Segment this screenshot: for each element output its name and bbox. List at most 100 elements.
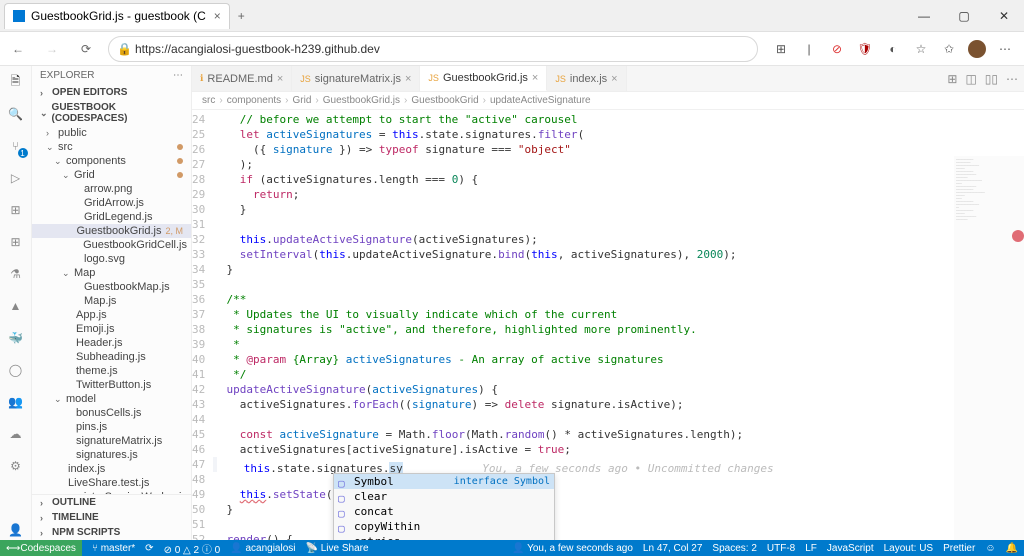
tree-item[interactable]: signatures.js [32, 448, 191, 462]
error-marker[interactable] [1012, 230, 1024, 242]
menu-icon[interactable]: ⋯ [996, 40, 1014, 58]
tree-item[interactable]: theme.js [32, 364, 191, 378]
split-icon[interactable]: ▯▯ [985, 72, 998, 86]
back-button[interactable]: ← [6, 42, 30, 56]
source-control-icon[interactable]: ⑂1 [6, 136, 26, 156]
run-icon[interactable]: ▷ [6, 168, 26, 188]
breadcrumb-item[interactable]: components [227, 95, 281, 106]
tree-item[interactable]: App.js [32, 308, 191, 322]
address-bar[interactable]: 🔒 https://acangialosi-guestbook-h239.git… [108, 36, 758, 62]
layout-info[interactable]: Layout: US [884, 543, 933, 554]
tree-item[interactable]: Subheading.js [32, 350, 191, 364]
live-icon[interactable]: 👥 [6, 392, 26, 412]
close-icon[interactable]: × [214, 9, 221, 23]
intellisense-item[interactable]: ▢concat [334, 504, 554, 519]
tree-item[interactable]: index.js [32, 462, 191, 476]
account-icon[interactable]: 👤 [6, 520, 26, 540]
editor-tab[interactable]: JSGuestbookGrid.js× [420, 66, 547, 91]
encoding-info[interactable]: UTF-8 [767, 543, 795, 554]
maximize-button[interactable]: ▢ [944, 0, 984, 32]
tree-item[interactable]: ⌄Map [32, 266, 191, 280]
tree-item[interactable]: LiveShare.test.js [32, 476, 191, 490]
preview-icon[interactable]: ◫ [965, 72, 976, 86]
tree-item[interactable]: ⌄components [32, 154, 191, 168]
new-tab-button[interactable]: + [238, 9, 245, 23]
tree-item[interactable]: pins.js [32, 420, 191, 434]
blame-info[interactable]: 👤 You, a few seconds ago [512, 543, 633, 554]
minimap[interactable]: ────────────────────────────────────────… [954, 156, 1024, 540]
branch-indicator[interactable]: ⑂ master* [92, 543, 135, 554]
outline-section[interactable]: ›OUTLINE [32, 494, 191, 510]
codespaces-indicator[interactable]: ⟷ Codespaces [0, 540, 82, 556]
search-icon[interactable]: 🔍 [6, 104, 26, 124]
breadcrumb-item[interactable]: src [202, 95, 215, 106]
settings-icon[interactable]: ⚙ [6, 456, 26, 476]
timeline-section[interactable]: ›TIMELINE [32, 510, 191, 525]
npm-section[interactable]: ›NPM SCRIPTS [32, 525, 191, 540]
tree-item[interactable]: GuestbookGrid.js2, M [32, 224, 191, 238]
tree-item[interactable]: ⌄model [32, 392, 191, 406]
browser-tab[interactable]: GuestbookGrid.js - guestbook (C × [4, 3, 230, 29]
eol-info[interactable]: LF [805, 543, 817, 554]
intellisense-item[interactable]: ▢Symbolinterface Symbol [334, 474, 554, 489]
tree-item[interactable]: TwitterButton.js [32, 378, 191, 392]
ext2-icon[interactable]: ◐ [884, 40, 902, 58]
tree-item[interactable]: Map.js [32, 294, 191, 308]
intellisense-item[interactable]: ▢clear [334, 489, 554, 504]
feedback-icon[interactable]: ☺ [985, 543, 995, 554]
tree-item[interactable]: logo.svg [32, 252, 191, 266]
project-section[interactable]: ⌄GUESTBOOK (CODESPACES) [32, 100, 191, 126]
refresh-button[interactable]: ⟳ [74, 42, 98, 56]
tree-item[interactable]: bonusCells.js [32, 406, 191, 420]
problems-indicator[interactable]: ⊘ 0 △ 2 ⓘ 0 [164, 541, 221, 556]
tree-item[interactable]: ⌄src [32, 140, 191, 154]
intellisense-popup[interactable]: ▢Symbolinterface Symbol▢clear▢concat▢cop… [333, 473, 555, 540]
explorer-icon[interactable]: 🗎 [6, 72, 26, 92]
forward-button[interactable]: → [40, 42, 64, 56]
tree-item[interactable]: GuestbookGridCell.js [32, 238, 191, 252]
bell-icon[interactable]: 🔔 [1006, 543, 1018, 554]
tree-item[interactable]: arrow.png [32, 182, 191, 196]
liveshare-user[interactable]: 👤 acangialosi [230, 543, 295, 554]
tree-item[interactable]: Emoji.js [32, 322, 191, 336]
ext-icon[interactable]: | [800, 40, 818, 58]
extensions-icon[interactable]: ⊞ [6, 232, 26, 252]
breadcrumb-item[interactable]: updateActiveSignature [490, 95, 591, 106]
remote-icon[interactable]: ⊞ [6, 200, 26, 220]
tree-item[interactable]: GridArrow.js [32, 196, 191, 210]
breadcrumb[interactable]: src›components›Grid›GuestbookGrid.js›Gue… [192, 92, 1024, 110]
profile-avatar[interactable] [968, 40, 986, 58]
sync-button[interactable]: ⟳ [145, 543, 153, 554]
intellisense-item[interactable]: ▢copyWithin [334, 519, 554, 534]
tree-item[interactable]: ⌄Grid [32, 168, 191, 182]
tree-item[interactable]: signatureMatrix.js [32, 434, 191, 448]
favorites-icon[interactable]: ✩ [940, 40, 958, 58]
indent-info[interactable]: Spaces: 2 [712, 543, 756, 554]
tree-item[interactable]: Header.js [32, 336, 191, 350]
prettier-button[interactable]: Prettier [943, 543, 975, 554]
compare-icon[interactable]: ⊞ [947, 72, 957, 86]
breadcrumb-item[interactable]: GuestbookGrid.js [323, 95, 400, 106]
language-mode[interactable]: JavaScript [827, 543, 874, 554]
reader-icon[interactable]: ⊞ [772, 40, 790, 58]
tree-item[interactable]: ›public [32, 126, 191, 140]
sidebar-more-icon[interactable]: ⋯ [173, 70, 183, 81]
cursor-position[interactable]: Ln 47, Col 27 [643, 543, 703, 554]
open-editors-section[interactable]: ›OPEN EDITORS [32, 85, 191, 100]
editor-tab[interactable]: ℹREADME.md× [192, 66, 292, 91]
liveshare-button[interactable]: 📡 Live Share [306, 543, 369, 554]
cloud-icon[interactable]: ☁ [6, 424, 26, 444]
test-icon[interactable]: ⚗ [6, 264, 26, 284]
editor-tab[interactable]: JSindex.js× [547, 66, 626, 91]
breadcrumb-item[interactable]: GuestbookGrid [411, 95, 478, 106]
tree-item[interactable]: GuestbookMap.js [32, 280, 191, 294]
tree-item[interactable]: GridLegend.js [32, 210, 191, 224]
azure-icon[interactable]: ▲ [6, 296, 26, 316]
ublock-icon[interactable]: 🛡 [856, 40, 874, 58]
close-button[interactable]: ✕ [984, 0, 1024, 32]
block-icon[interactable]: ⊘ [828, 40, 846, 58]
docker-icon[interactable]: 🐳 [6, 328, 26, 348]
github-icon[interactable]: ◯ [6, 360, 26, 380]
breadcrumb-item[interactable]: Grid [293, 95, 312, 106]
intellisense-item[interactable]: ▢entries [334, 534, 554, 540]
